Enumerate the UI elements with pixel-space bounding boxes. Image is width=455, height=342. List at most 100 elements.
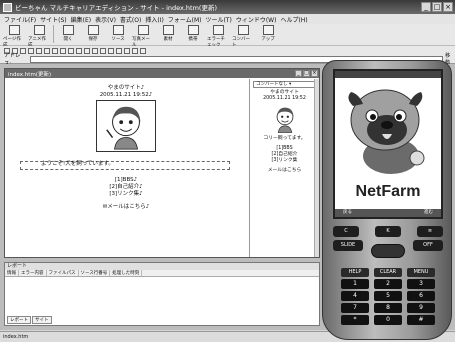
open-folder-icon [62,25,74,35]
mail-link[interactable]: ✉メールはこちら♪ [6,204,246,211]
marquee-icon[interactable] [116,47,122,54]
maximize-button[interactable]: □ [432,2,442,12]
menu-help[interactable]: ヘルプ(H) [280,15,307,24]
source-icon [112,25,124,35]
menu-insert[interactable]: 挿入(I) [145,15,163,24]
open-button[interactable]: 開く [57,25,79,42]
col-error[interactable]: エラー内容 [19,270,47,276]
key-9[interactable]: 9 [407,303,435,313]
error-check-button[interactable]: エラーチェック [207,25,229,48]
menu-form[interactable]: フォーム(M) [168,15,202,24]
list-icon[interactable] [84,47,90,54]
document-title: index.htm(更新) [8,71,52,78]
help-key[interactable]: HELP [341,268,369,277]
preview-mail: メールはこちら [267,168,302,173]
menu-tools[interactable]: ツール(T) [205,15,231,24]
line-icon[interactable] [132,47,138,54]
link-profile[interactable]: [2]自己紹介♪ [6,184,246,191]
doc-maximize-button[interactable]: □ [303,70,310,77]
new-page-button[interactable]: ページ作成 [3,25,25,48]
delete-icon[interactable] [44,47,50,54]
col-line[interactable]: ソース行番号 [79,270,111,276]
menu-format[interactable]: 書式(O) [120,15,141,24]
key-8[interactable]: 8 [374,303,402,313]
key-0[interactable]: 0 [374,315,402,325]
preview-girl-illustration [276,107,293,133]
menu-edit[interactable]: 編集(E) [71,15,91,24]
report-columns: 情報 エラー内容 ファイルパス ソース行番号 処理した時刻 [5,270,319,277]
doc-close-button[interactable]: × [311,70,318,77]
preview-scrollbar[interactable] [314,79,319,257]
menu-window[interactable]: ウィンドウ(W) [236,15,277,24]
soft-right-label[interactable]: 進む [424,209,433,217]
col-path[interactable]: ファイルパス [47,270,79,276]
convert-icon [237,25,249,35]
save-icon [87,25,99,35]
source-button[interactable]: ソース [107,25,129,42]
num-row-4: * 0 # [341,315,435,325]
copy-icon[interactable] [28,47,34,54]
doc-minimize-button[interactable]: _ [295,70,302,77]
menu-file[interactable]: ファイル(F) [4,15,36,24]
key-5[interactable]: 5 [374,291,402,301]
key-1[interactable]: 1 [341,279,369,289]
pug-dog-image [348,89,425,174]
align-right-icon[interactable] [76,47,82,54]
mobile-button[interactable]: 携帯 [182,25,204,42]
soft-left-label[interactable]: 戻る [343,209,352,217]
menu-label-key[interactable]: MENU [407,268,435,277]
edit-pane[interactable]: やまのサイト♪ 2005.11.21 19:52♪ ようこそ!犬を飼っています。… [6,79,246,257]
close-button[interactable]: × [443,2,453,12]
link-icon[interactable] [108,47,114,54]
title-bar: ビーちゃん マルチキャリアエディション - サイト - index.htm(更新… [0,0,455,14]
nav-pad[interactable] [371,244,405,258]
new-page-icon [8,25,20,35]
num-row-1: 1 2 3 [341,279,435,289]
key-3[interactable]: 3 [407,279,435,289]
phone-keypad: C K ≡ SLIDE OFF HELP CLEAR MENU 1 2 3 4 … [333,226,443,325]
align-left-icon[interactable] [60,47,66,54]
menu-site[interactable]: サイト(S) [40,15,67,24]
key-star[interactable]: * [341,315,369,325]
col-time[interactable]: 処理した時刻 [110,270,143,276]
new-animation-button[interactable]: アニメ作成 [28,25,50,48]
tab-site[interactable]: サイト [32,316,52,324]
tab-report[interactable]: レポート [7,316,31,324]
photo-mail-button[interactable]: 写真メール [132,25,154,48]
col-info[interactable]: 情報 [5,270,19,276]
center-key[interactable]: K [375,226,401,237]
key-hash[interactable]: # [407,315,435,325]
key-6[interactable]: 6 [407,291,435,301]
image-icon[interactable] [100,47,106,54]
app-icon [3,2,12,12]
paste-icon[interactable] [36,47,42,54]
convert-button[interactable]: コンバート [232,25,254,48]
key-2[interactable]: 2 [374,279,402,289]
align-center-icon[interactable] [68,47,74,54]
key-7[interactable]: 7 [341,303,369,313]
save-button[interactable]: 保存 [82,25,104,42]
date-text: 2005.11.21 19:52♪ [99,92,153,98]
animation-icon [33,25,45,35]
slide-key[interactable]: SLIDE [333,240,363,251]
upload-button[interactable]: アップ [257,25,279,42]
clear-label-key[interactable]: CLEAR [374,268,402,277]
form-icon[interactable] [140,47,146,54]
num-row-3: 7 8 9 [341,303,435,313]
link-links[interactable]: [3]リンク集♪ [6,191,246,198]
minimize-button[interactable]: _ [421,2,431,12]
color-icon[interactable] [124,47,130,54]
menu-key[interactable]: ≡ [417,226,443,237]
window-title: ビーちゃん マルチキャリアエディション - サイト - index.htm(更新… [15,4,217,12]
off-key[interactable]: OFF [413,240,443,251]
table-icon[interactable] [92,47,98,54]
key-4[interactable]: 4 [341,291,369,301]
convert-select[interactable]: コンバートなし ▾ [253,81,316,88]
materials-button[interactable]: 素材 [157,25,179,42]
menu-view[interactable]: 表示(V) [95,15,116,24]
report-panel: レポート 情報 エラー内容 ファイルパス ソース行番号 処理した時刻 レポート … [4,262,320,326]
link-bbs[interactable]: [1]BBS♪ [6,177,246,184]
photo-mail-icon [137,25,149,35]
clear-key[interactable]: C [333,226,359,237]
bold-icon[interactable] [52,47,58,54]
